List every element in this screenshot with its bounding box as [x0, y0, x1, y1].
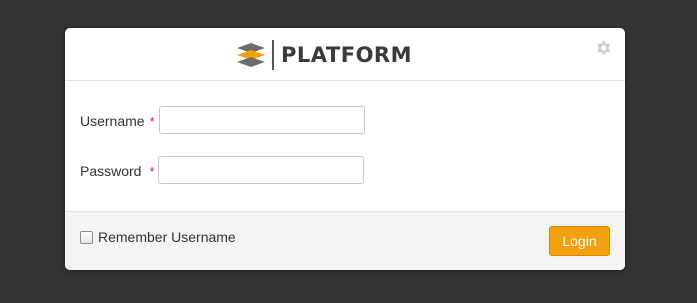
logo-divider: [272, 40, 274, 70]
password-required-marker: *: [149, 163, 155, 179]
username-input[interactable]: [159, 106, 365, 134]
username-required-marker: *: [149, 113, 155, 129]
remember-username-checkbox[interactable]: [80, 230, 93, 244]
password-row: Password *: [80, 156, 155, 186]
platform-logo: PLATFORM: [235, 40, 412, 70]
login-button[interactable]: Login: [549, 226, 610, 256]
remember-username-label: Remember Username: [98, 229, 236, 245]
password-label: Password: [80, 163, 142, 179]
login-card: PLATFORM Username * Password * Remember …: [65, 28, 625, 270]
username-label: Username: [80, 113, 145, 129]
card-header: PLATFORM: [65, 28, 625, 81]
card-footer: Remember Username Login: [65, 211, 625, 270]
platform-logo-icon: [235, 42, 267, 68]
remember-username-toggle[interactable]: Remember Username: [80, 229, 236, 245]
password-input[interactable]: [158, 156, 364, 184]
gear-icon[interactable]: [594, 39, 612, 57]
logo-text: PLATFORM: [281, 43, 412, 67]
username-row: Username *: [80, 106, 155, 136]
